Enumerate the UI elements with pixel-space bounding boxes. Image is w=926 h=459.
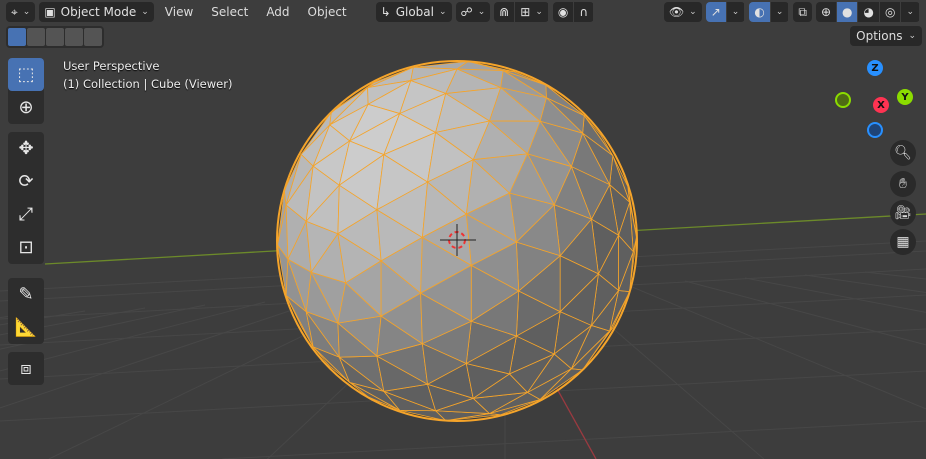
material-icon: ◕ — [863, 5, 874, 19]
annotate-icon: ✎ — [18, 284, 34, 305]
object-mode-icon: ▣ — [44, 5, 56, 19]
select-intersect-button[interactable] — [84, 28, 102, 46]
pivot-dropdown[interactable]: ☍ ⌄ — [455, 2, 491, 22]
hand-icon: ✋︎ — [899, 176, 907, 192]
perspective-toggle-button[interactable]: ▦ — [890, 229, 916, 255]
camera-icon: 🎥︎ — [894, 205, 912, 221]
grid-icon: ▦ — [896, 234, 910, 250]
shading-material[interactable]: ◕ — [858, 2, 879, 22]
selection-mode-group — [6, 26, 104, 48]
proportional-icon: ◉ — [557, 5, 569, 19]
overlays-dropdown[interactable]: ⌄ — [770, 2, 789, 22]
camera-view-button[interactable]: 🎥︎ — [890, 200, 916, 226]
transform-icon: ⊡ — [18, 237, 34, 258]
tool-move[interactable]: ✥ — [8, 132, 44, 165]
toolbar-group-select: ⬚ ⊕ — [8, 58, 44, 124]
viewport-header: ⌖ ⌄ ▣ Object Mode ⌄ View Select Add Object … — [0, 0, 926, 24]
tool-scale[interactable]: ⤢ — [8, 198, 44, 231]
mode-dropdown[interactable]: ▣ Object Mode ⌄ — [39, 2, 154, 22]
gizmo-neg-z[interactable] — [867, 122, 883, 138]
shading-dropdown[interactable]: ⌄ — [901, 2, 919, 22]
shading-wireframe[interactable]: ⊕ — [815, 2, 836, 22]
rotate-icon: ⟳ — [18, 171, 34, 192]
menu-select[interactable]: Select — [204, 5, 255, 19]
magnet-icon: ⋒ — [499, 5, 510, 19]
grid-line — [804, 274, 926, 294]
wireframe-icon: ⊕ — [820, 5, 831, 19]
snap-increment-icon: ⊞ — [520, 5, 531, 19]
toolbar-group-transform: ✥ ⟳ ⤢ ⊡ — [8, 132, 44, 264]
gizmo-dropdown[interactable]: ⌄ — [726, 2, 745, 22]
menu-object[interactable]: Object — [301, 5, 354, 19]
orientation-icon: ↳ — [380, 5, 391, 19]
tool-add-cube[interactable]: ⧈ — [8, 352, 44, 385]
viewport-info: User Perspective (1) Collection | Cube (… — [63, 57, 232, 93]
xray-icon: ⧉ — [798, 4, 807, 19]
select-new-button[interactable] — [8, 28, 26, 46]
chevron-down-icon: ⌄ — [141, 7, 149, 17]
tool-measure[interactable]: 📐 — [8, 311, 44, 344]
grid-line — [222, 420, 926, 459]
pan-button[interactable]: ✋︎ — [890, 171, 916, 197]
toolbar-group-add: ⧈ — [8, 352, 44, 385]
select-extend-button[interactable] — [27, 28, 45, 46]
grid-line — [0, 298, 326, 409]
options-dropdown[interactable]: Options ⌄ — [850, 26, 922, 46]
zoom-button[interactable]: 🔍︎ — [890, 140, 916, 166]
pivot-icon: ☍ — [460, 5, 473, 19]
menu-add[interactable]: Add — [259, 5, 296, 19]
eye-icon: 👁 — [668, 5, 685, 19]
editor-icon: ⌖ — [11, 4, 18, 19]
zoom-icon: 🔍︎ — [894, 145, 912, 161]
tool-rotate[interactable]: ⟳ — [8, 165, 44, 198]
gizmo-icon: ↗ — [710, 5, 721, 19]
gizmo-x[interactable]: X — [873, 97, 889, 113]
tool-select-box[interactable]: ⬚ — [8, 58, 44, 91]
orientation-dropdown[interactable]: ↳ Global ⌄ — [375, 2, 452, 22]
menu-view[interactable]: View — [158, 5, 200, 19]
rendered-icon: ◎ — [884, 5, 896, 19]
snap-target-dropdown[interactable]: ⊞ ⌄ — [515, 2, 548, 22]
xray-toggle[interactable]: ⧉ — [793, 2, 812, 22]
overlays-toggle[interactable]: ◐ — [749, 2, 770, 22]
cursor-icon: ⊕ — [18, 97, 34, 118]
gizmo-toggle[interactable]: ↗ — [705, 2, 726, 22]
overlays-icon: ◐ — [754, 5, 765, 19]
grid-line — [864, 271, 926, 280]
measure-icon: 📐 — [14, 317, 38, 338]
proportional-edit-toggle[interactable]: ◉ — [552, 2, 574, 22]
gizmo-neg-x[interactable] — [835, 92, 851, 108]
editor-type-button[interactable]: ⌖ ⌄ — [6, 2, 36, 22]
gizmo-y[interactable]: Y — [897, 89, 913, 105]
gizmo-z[interactable]: Z — [867, 60, 883, 76]
grid-line — [744, 277, 926, 313]
add-cube-icon: ⧈ — [20, 358, 32, 379]
select-box-icon: ⬚ — [17, 64, 35, 85]
view-name: User Perspective — [63, 59, 160, 73]
move-icon: ✥ — [18, 138, 34, 159]
shading-rendered[interactable]: ◎ — [879, 2, 901, 22]
select-subtract-button[interactable] — [46, 28, 64, 46]
toolbar-group-annotate: ✎ 📐 — [8, 278, 44, 344]
tool-transform[interactable]: ⊡ — [8, 231, 44, 264]
object-context: (1) Collection | Cube (Viewer) — [63, 77, 233, 91]
shading-solid[interactable]: ● — [837, 2, 858, 22]
select-invert-button[interactable] — [65, 28, 83, 46]
snap-toggle[interactable]: ⋒ — [494, 2, 515, 22]
solid-icon: ● — [842, 5, 853, 19]
tool-annotate[interactable]: ✎ — [8, 278, 44, 311]
falloff-dropdown[interactable]: ∩ — [574, 2, 594, 22]
falloff-icon: ∩ — [579, 5, 589, 19]
visibility-dropdown[interactable]: 👁 ⌄ — [663, 2, 702, 22]
scale-icon: ⤢ — [18, 204, 34, 225]
tool-cursor[interactable]: ⊕ — [8, 91, 44, 124]
